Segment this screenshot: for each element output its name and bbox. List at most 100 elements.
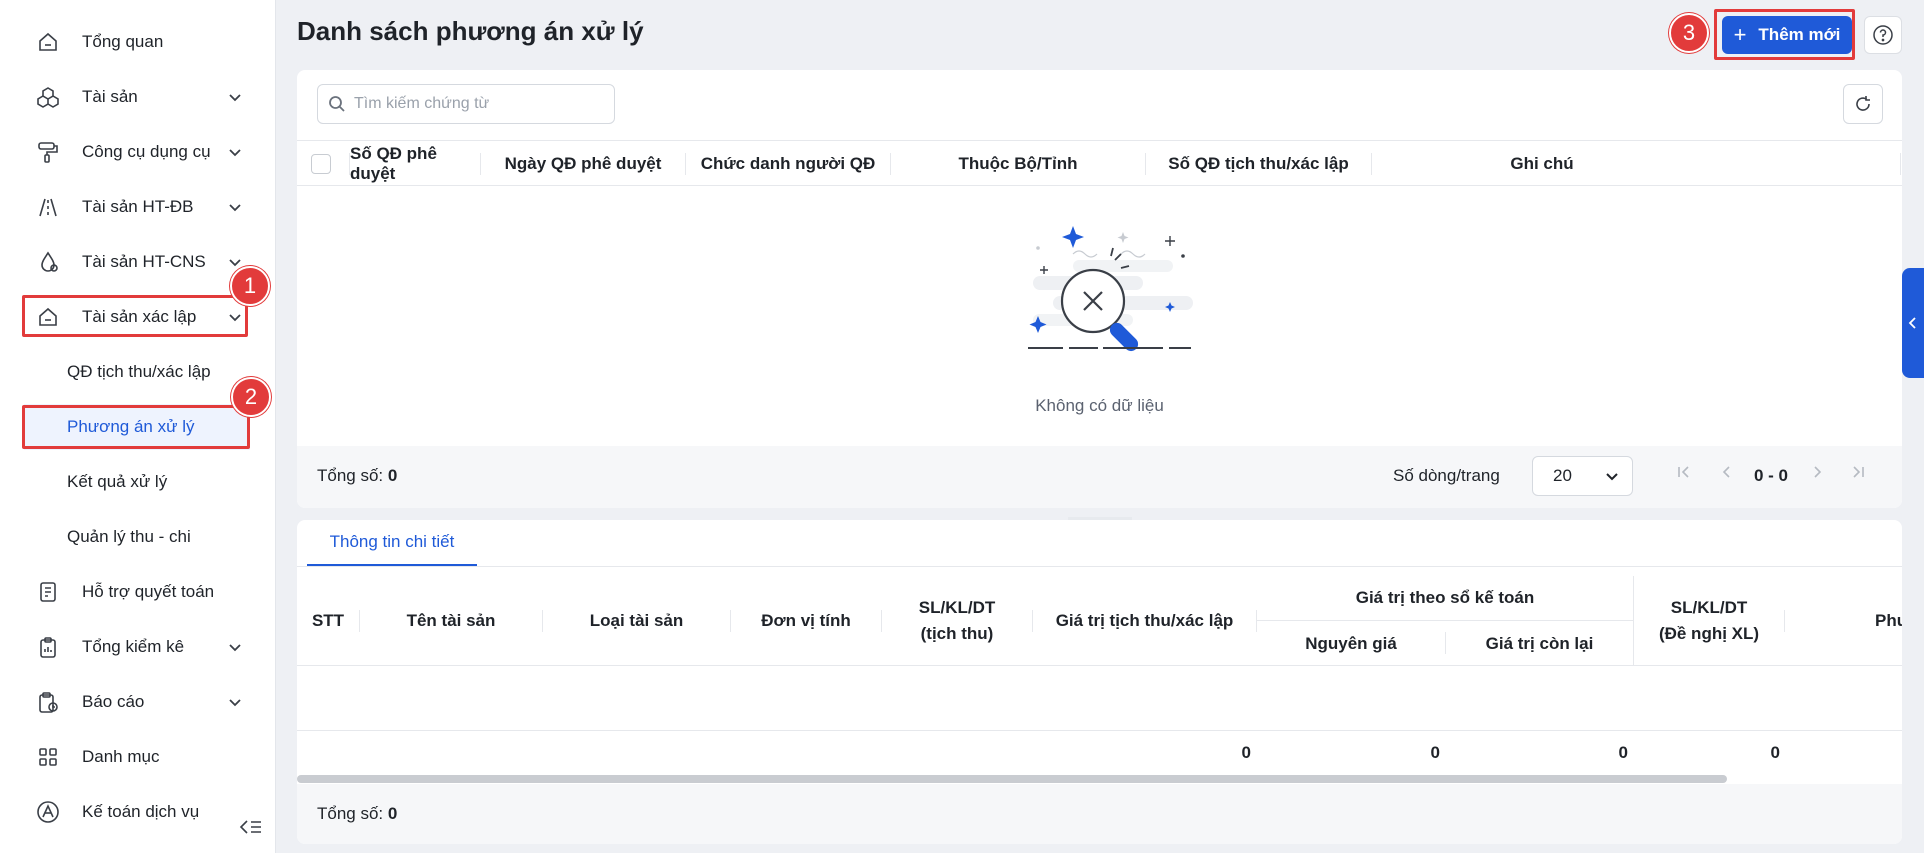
column-header[interactable]: Giá trị tịch thu/xác lập <box>1033 576 1256 666</box>
column-header-line: (tịch thu) <box>920 624 994 643</box>
sidebar-subitem-label: Quản lý thu - chi <box>67 527 191 546</box>
collapse-sidebar-icon[interactable] <box>234 812 268 842</box>
empty-search-illustration-icon <box>1028 226 1193 352</box>
column-header[interactable]: Giá trị còn lại <box>1446 621 1633 666</box>
table-footer: Tổng số: 0 Số dòng/trang 20 0 - 0 <box>297 446 1902 508</box>
chevron-down-icon <box>229 644 241 652</box>
column-header[interactable]: Số QĐ tịch thu/xác lập <box>1146 141 1371 187</box>
sidebar-item-label: Tổng quan <box>82 32 164 51</box>
step-badge-3: 3 <box>1669 13 1709 53</box>
first-page-icon[interactable] <box>1676 464 1692 480</box>
sidebar-item-settlement-support[interactable]: Hỗ trợ quyết toán <box>24 569 256 615</box>
plus-icon: + <box>1733 22 1747 47</box>
sum-qty-proposed: 0 <box>1770 743 1780 762</box>
sidebar-item-label: Tài sản HT-CNS <box>82 252 206 271</box>
rows-per-page-select[interactable]: 20 <box>1532 456 1633 496</box>
total-value: 0 <box>387 804 398 823</box>
column-group-header: Giá trị theo sổ kế toán <box>1355 588 1535 607</box>
home-icon <box>36 30 60 54</box>
column-header[interactable]: Thuộc Bộ/Tỉnh <box>891 141 1145 187</box>
add-new-button[interactable]: + Thêm mới <box>1722 16 1852 54</box>
sidebar-item-reports[interactable]: Báo cáo <box>24 679 256 725</box>
detail-footer: Tổng số: 0 <box>297 784 1902 844</box>
column-header[interactable]: Ngày QĐ phê duyệt <box>481 141 685 187</box>
column-header-qty-proposed[interactable]: SL/KL/DT (Đề nghị XL) <box>1634 576 1784 666</box>
page-range: 0 - 0 <box>1754 466 1789 485</box>
total-value: 0 <box>387 466 398 485</box>
column-header[interactable]: Ghi chú <box>1372 141 1712 187</box>
sidebar-subitem-label: QĐ tịch thu/xác lập <box>67 362 211 381</box>
chevron-down-icon <box>229 94 241 102</box>
total-label: Tổng số: <box>317 804 384 823</box>
refresh-icon <box>1856 96 1870 111</box>
column-header[interactable]: Số QĐ phê duyệt <box>350 141 480 187</box>
select-all-checkbox[interactable] <box>311 154 331 174</box>
sidebar-item-catalog[interactable]: Danh mục <box>24 734 256 780</box>
sidebar-item-label: Công cụ dụng cụ <box>82 142 211 161</box>
road-icon <box>36 195 60 219</box>
water-drop-icon <box>36 250 60 274</box>
sidebar-item-label: Kế toán dịch vụ <box>82 802 200 821</box>
chevron-down-icon <box>229 699 241 707</box>
prev-page-icon[interactable] <box>1719 464 1735 480</box>
grid-icon <box>36 745 60 769</box>
list-panel: Tìm kiếm chứng từ Số QĐ phê duyệt Ngày Q… <box>297 70 1902 508</box>
sidebar-item-assets[interactable]: Tài sản <box>24 74 256 120</box>
sidebar-item-label: Danh mục <box>82 747 160 766</box>
chevron-down-icon <box>1606 473 1618 481</box>
horizontal-scrollbar[interactable] <box>297 775 1727 783</box>
column-header-line: (Đề nghị XL) <box>1658 624 1760 643</box>
sidebar-item-service-accounting[interactable]: Kế toán dịch vụ <box>24 789 224 835</box>
clipboard-icon <box>36 635 60 659</box>
search-input[interactable]: Tìm kiếm chứng từ <box>317 84 615 124</box>
sidebar-item-label: Tài sản <box>82 87 138 106</box>
column-header-qty-seized[interactable]: SL/KL/DT (tịch thu) <box>882 576 1032 666</box>
column-header-line: SL/KL/DT <box>1670 598 1748 617</box>
sidebar-subitem-seizure-decision[interactable]: QĐ tịch thu/xác lập <box>24 349 250 395</box>
paint-roller-icon <box>36 140 60 164</box>
detail-summary-row: 0 0 0 0 <box>297 730 1902 776</box>
sidebar-item-label: Tài sản HT-ĐB <box>82 197 194 216</box>
sidebar-subitem-income-expense[interactable]: Quản lý thu - chi <box>24 514 250 560</box>
detail-total-count: Tổng số: 0 <box>317 804 397 824</box>
step-badge-2: 2 <box>231 377 271 417</box>
help-button[interactable] <box>1864 16 1902 54</box>
sidebar-subitem-handling-result[interactable]: Kết quả xử lý <box>24 459 250 505</box>
tab-detail-info[interactable]: Thông tin chi tiết <box>307 520 477 566</box>
column-header[interactable]: Đơn vị tính <box>731 576 881 666</box>
column-header-line: SL/KL/DT <box>918 598 996 617</box>
empty-state: Không có dữ liệu <box>297 186 1902 446</box>
table-header: Số QĐ phê duyệt Ngày QĐ phê duyệt Chức d… <box>297 140 1902 186</box>
accounting-icon <box>36 800 60 824</box>
sum-remaining-value: 0 <box>1618 743 1628 762</box>
search-icon <box>328 95 346 113</box>
highlight-box-step1 <box>22 295 248 337</box>
search-placeholder: Tìm kiếm chứng từ <box>354 95 490 112</box>
column-header[interactable]: Loại tài sản <box>543 576 730 666</box>
sidebar-item-overview[interactable]: Tổng quan <box>24 19 256 65</box>
sidebar-item-tools[interactable]: Công cụ dụng cụ <box>24 129 256 175</box>
sum-original-cost: 0 <box>1430 743 1440 762</box>
sidebar-item-water-assets[interactable]: Tài sản HT-CNS <box>24 239 256 285</box>
detail-panel: Thông tin chi tiết STT Tên tài sản Loại … <box>297 520 1902 844</box>
sidebar-item-label: Báo cáo <box>82 692 145 711</box>
sum-value-seized: 0 <box>1241 743 1251 762</box>
column-header-truncated[interactable]: Phư <box>1875 576 1902 666</box>
column-header[interactable]: STT <box>297 576 359 666</box>
detail-table-header: STT Tên tài sản Loại tài sản Đơn vị tính… <box>297 576 1902 666</box>
highlight-box-step2 <box>22 405 250 449</box>
column-header[interactable]: Tên tài sản <box>360 576 542 666</box>
sidebar-subitem-label: Kết quả xử lý <box>67 472 168 491</box>
sidebar-item-inventory[interactable]: Tổng kiểm kê <box>24 624 256 670</box>
next-page-icon[interactable] <box>1809 464 1825 480</box>
chevron-down-icon <box>229 204 241 212</box>
column-header[interactable]: Nguyên giá <box>1257 621 1445 666</box>
total-count: Tổng số: 0 <box>317 466 397 486</box>
step-badge-1: 1 <box>230 266 270 306</box>
help-icon <box>1873 25 1893 45</box>
refresh-button[interactable] <box>1843 84 1883 124</box>
last-page-icon[interactable] <box>1850 464 1866 480</box>
column-header[interactable]: Chức danh người QĐ <box>686 141 890 187</box>
side-panel-toggle[interactable] <box>1902 268 1924 378</box>
sidebar-item-road-assets[interactable]: Tài sản HT-ĐB <box>24 184 256 230</box>
